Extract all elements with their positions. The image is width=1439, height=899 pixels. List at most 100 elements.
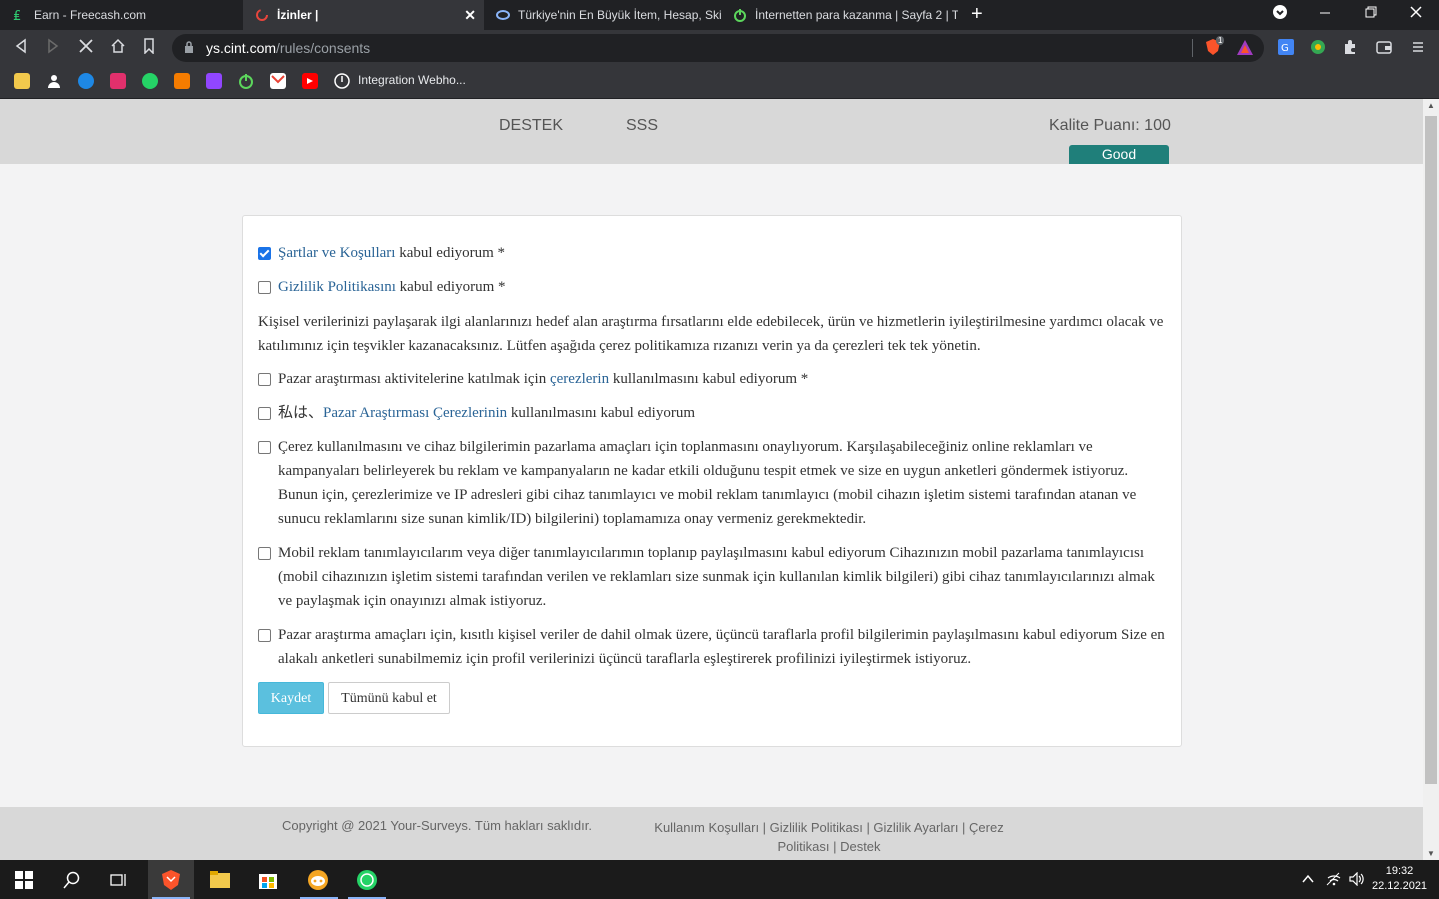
mr-label-post: kullanılmasını kabul ediyorum xyxy=(507,405,696,421)
url-host: ys.cint.com xyxy=(206,40,277,56)
tab-title: İzinler | xyxy=(277,8,319,22)
page-scrollbar[interactable]: ▲ ▼ xyxy=(1423,99,1439,860)
save-button[interactable]: Kaydet xyxy=(258,682,324,714)
tab-izinler[interactable]: İzinler | ✕ xyxy=(243,0,484,30)
tab-close-icon[interactable]: ✕ xyxy=(464,7,476,24)
url-text: ys.cint.com/rules/consents xyxy=(206,40,370,56)
freecash-icon: ₤ xyxy=(12,8,26,22)
tab-strip: ₤ Earn - Freecash.com İzinler | ✕ Türkiy… xyxy=(0,0,1439,30)
discord-icon[interactable] xyxy=(306,868,330,892)
accept-all-button[interactable]: Tümünü kabul et xyxy=(328,682,450,714)
search-icon[interactable] xyxy=(60,868,84,892)
cookies-checkbox[interactable] xyxy=(258,373,271,386)
clock-date: 22.12.2021 xyxy=(1372,880,1428,892)
link-icon[interactable] xyxy=(78,73,94,89)
svg-text:G: G xyxy=(1281,43,1289,54)
marketing-label: Çerez kullanılmasını ve cihaz bilgilerim… xyxy=(278,439,1137,527)
mobile-id-checkbox[interactable] xyxy=(258,547,271,560)
volume-icon[interactable] xyxy=(1349,871,1365,889)
privacy-label: kabul ediyorum * xyxy=(395,279,506,295)
bookmark-integration-webhook[interactable]: Integration Webho... xyxy=(358,73,466,87)
address-divider xyxy=(1192,39,1193,57)
consent-form: Şartlar ve Koşulları kabul ediyorum * Gi… xyxy=(242,215,1182,747)
quality-status-badge: Good xyxy=(1069,145,1169,164)
mr-label-pre: 私は、 xyxy=(278,405,324,421)
scroll-down-icon[interactable]: ▼ xyxy=(1427,849,1435,858)
instagram-icon[interactable] xyxy=(110,73,126,89)
marketing-checkbox[interactable] xyxy=(258,441,271,454)
windows-start-icon[interactable] xyxy=(12,868,36,892)
power-icon[interactable] xyxy=(238,73,254,89)
nav-destek[interactable]: DESTEK xyxy=(499,117,563,135)
bookmark-icon[interactable] xyxy=(143,38,155,58)
footer-links[interactable]: Kullanım Koşulları | Gizlilik Politikası… xyxy=(644,818,1014,856)
tab-freecash[interactable]: ₤ Earn - Freecash.com xyxy=(0,0,243,30)
home-icon[interactable] xyxy=(110,38,126,58)
wallet-icon[interactable] xyxy=(1375,38,1393,56)
extension-icon[interactable] xyxy=(1309,38,1327,56)
tab-search-icon[interactable] xyxy=(1273,5,1287,22)
address-bar[interactable]: ys.cint.com/rules/consents 1 xyxy=(172,34,1264,62)
site-footer: Copyright @ 2021 Your-Surveys. Tüm hakla… xyxy=(0,807,1423,860)
profile-share-label: Pazar araştırma amaçları için, kısıtlı k… xyxy=(278,627,1165,667)
whatsapp-desktop-icon[interactable] xyxy=(355,868,379,892)
profile-share-checkbox[interactable] xyxy=(258,629,271,642)
cookies-label-post: kullanılmasını kabul ediyorum * xyxy=(609,371,809,387)
tab-title: Türkiye'nin En Büyük İtem, Hesap, Skin xyxy=(518,8,721,22)
browser-toolbar: ys.cint.com/rules/consents 1 G xyxy=(0,30,1439,66)
terms-label: kabul ediyorum * xyxy=(395,245,506,261)
brave-browser-icon[interactable] xyxy=(159,868,183,892)
clock-time: 19:32 xyxy=(1385,865,1414,877)
restore-icon[interactable] xyxy=(1364,5,1378,22)
quality-score: Kalite Puanı: 100 xyxy=(1049,117,1171,134)
profile-icon[interactable] xyxy=(46,73,62,89)
site-header: DESTEK SSS Kalite Puanı: 100 Good xyxy=(0,99,1423,164)
terms-checkbox[interactable] xyxy=(258,247,271,260)
new-tab-button[interactable]: + xyxy=(971,3,983,26)
scrollbar-thumb[interactable] xyxy=(1425,116,1437,784)
shields-count-badge: 1 xyxy=(1216,36,1225,45)
windows-taskbar: 19:32 22.12.2021 xyxy=(0,860,1439,899)
folder-icon[interactable] xyxy=(14,73,30,89)
scroll-up-icon[interactable]: ▲ xyxy=(1427,101,1435,110)
power-icon xyxy=(733,8,747,22)
privacy-checkbox[interactable] xyxy=(258,281,271,294)
tab-title: Earn - Freecash.com xyxy=(34,8,147,22)
brave-rewards-icon[interactable] xyxy=(1236,39,1254,62)
minimize-icon[interactable] xyxy=(1318,5,1332,22)
translate-icon[interactable]: G xyxy=(1277,38,1295,56)
twitch-icon[interactable] xyxy=(206,73,222,89)
market-research-cookies-link[interactable]: Pazar Araştırması Çerezlerinin xyxy=(323,405,507,421)
back-icon[interactable] xyxy=(14,38,28,58)
task-view-icon[interactable] xyxy=(107,868,131,892)
stop-loading-icon[interactable] xyxy=(78,38,94,58)
menu-icon[interactable] xyxy=(1409,38,1427,56)
wifi-icon[interactable] xyxy=(1326,872,1342,889)
cookies-label-pre: Pazar araştırması aktivitelerine katılma… xyxy=(278,371,550,387)
terms-link[interactable]: Şartlar ve Koşulları xyxy=(278,245,395,261)
forward-icon[interactable] xyxy=(46,38,60,58)
tab-title: İnternetten para kazanma | Sayfa 2 | Te xyxy=(755,8,958,22)
nav-sss[interactable]: SSS xyxy=(626,117,658,135)
extensions-puzzle-icon[interactable] xyxy=(1341,38,1359,56)
mobile-id-label: Mobil reklam tanımlayıcılarım veya diğer… xyxy=(278,545,1155,609)
bookmarks-bar: Integration Webho... xyxy=(0,66,1439,99)
whatsapp-icon[interactable] xyxy=(142,73,158,89)
file-explorer-icon[interactable] xyxy=(208,868,232,892)
webhook-icon[interactable] xyxy=(334,73,350,89)
market-research-checkbox[interactable] xyxy=(258,407,271,420)
copyright-text: Copyright @ 2021 Your-Surveys. Tüm hakla… xyxy=(282,818,592,833)
loading-spinner-icon xyxy=(255,8,269,22)
microsoft-store-icon[interactable] xyxy=(256,868,280,892)
tray-chevron-up-icon[interactable] xyxy=(1302,872,1314,887)
cookies-link[interactable]: çerezlerin xyxy=(550,371,609,387)
close-window-icon[interactable] xyxy=(1409,5,1423,22)
youtube-icon[interactable] xyxy=(302,73,318,89)
w-logo-icon[interactable] xyxy=(174,73,190,89)
tab-para-kazanma[interactable]: İnternetten para kazanma | Sayfa 2 | Te xyxy=(721,0,958,30)
system-clock[interactable]: 19:32 22.12.2021 xyxy=(1372,864,1427,894)
tab-item-market[interactable]: Türkiye'nin En Büyük İtem, Hesap, Skin xyxy=(484,0,721,30)
gmail-icon[interactable] xyxy=(270,73,286,89)
privacy-link[interactable]: Gizlilik Politikasını xyxy=(278,279,396,295)
svg-text:₤: ₤ xyxy=(13,9,21,22)
